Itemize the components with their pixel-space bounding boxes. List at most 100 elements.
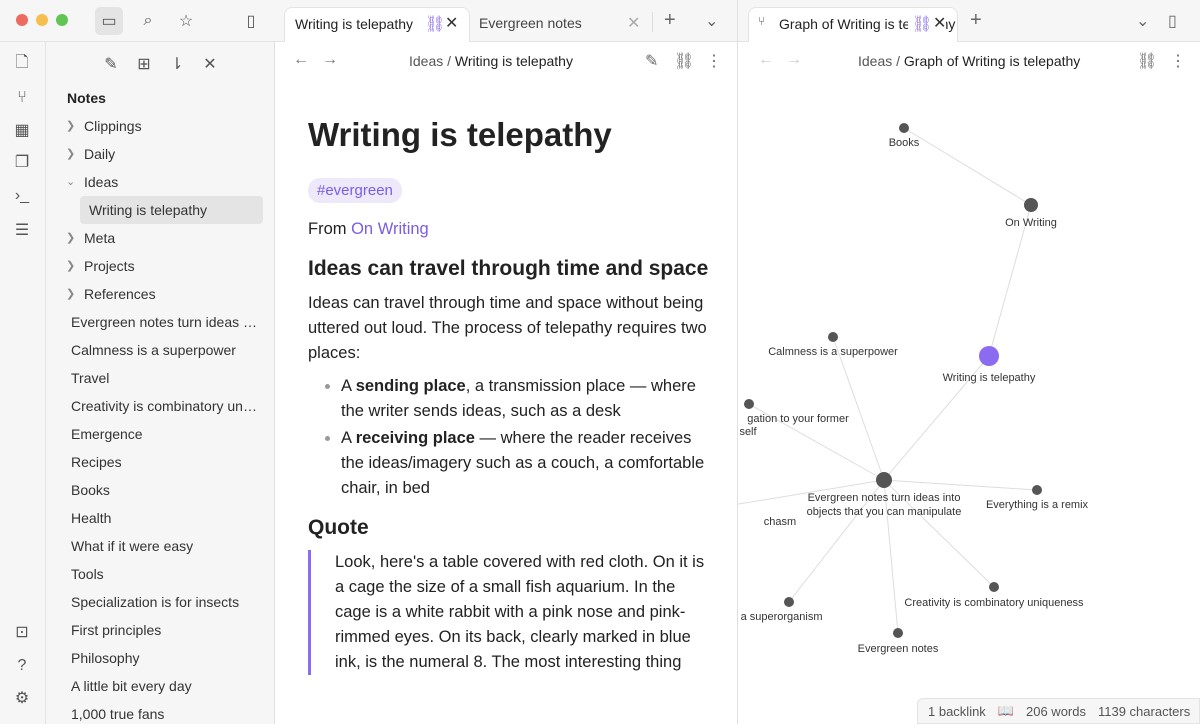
- graph-node[interactable]: [784, 597, 794, 607]
- more-options-icon[interactable]: ⋮: [706, 51, 722, 71]
- quote-block: Look, here's a table covered with red cl…: [308, 550, 713, 675]
- collapse-all-icon[interactable]: ✕: [196, 50, 224, 78]
- graph-node-label: mpany is a superorganism: [738, 611, 823, 623]
- back-icon[interactable]: ←: [293, 51, 309, 69]
- close-window-button[interactable]: [16, 14, 28, 26]
- new-tab-icon[interactable]: +: [970, 9, 982, 32]
- tab-evergreen-notes[interactable]: Evergreen notes: [469, 7, 649, 42]
- new-folder-icon[interactable]: ⊞: [130, 50, 158, 78]
- help-icon[interactable]: ?: [8, 652, 36, 680]
- file-item[interactable]: What if it were easy: [46, 532, 275, 560]
- chevron-right-icon: ❯: [66, 288, 76, 300]
- right-tab-bar: Graph of Writing is telepathy ⑂ ⛓ ✕ + ⌄ …: [738, 0, 1200, 42]
- more-options-icon[interactable]: ⋮: [1170, 51, 1186, 71]
- folder-references[interactable]: ❯ References: [46, 280, 275, 308]
- note-title: Writing is telepathy: [308, 116, 612, 153]
- file-explorer: ✎ ⊞ ⇂ ✕ Notes ❯ Clippings ❯ Daily ⌄ Ideas W…: [46, 42, 275, 724]
- status-bar: 1 backlink 📖 206 words 1139 characters: [917, 698, 1200, 724]
- reading-mode-icon[interactable]: 📖: [998, 703, 1014, 719]
- edit-icon[interactable]: ✎: [645, 51, 658, 71]
- breadcrumb-current: Writing is telepathy: [454, 53, 573, 69]
- terminal-icon[interactable]: ›_: [8, 182, 36, 210]
- file-item[interactable]: A little bit every day: [46, 672, 275, 700]
- file-item[interactable]: First principles: [46, 616, 275, 644]
- graph-node-label: gation to your former self: [739, 413, 849, 438]
- graph-view[interactable]: Books On Writing Writing is telepathy Calmn…: [738, 80, 1200, 724]
- character-count: 1139 characters: [1097, 703, 1191, 719]
- folder-clippings[interactable]: ❯ Clippings: [46, 112, 275, 140]
- graph-node-label: Writing is telepathy: [943, 372, 1036, 384]
- settings-icon[interactable]: ⚙: [8, 684, 36, 712]
- maximize-window-button[interactable]: [56, 14, 68, 26]
- file-item[interactable]: Evergreen notes turn ideas into objects …: [46, 308, 275, 336]
- file-item[interactable]: Calmness is a superpower: [46, 336, 275, 364]
- graph-edge: [832, 336, 885, 481]
- folder-icon[interactable]: ▭: [95, 7, 123, 35]
- folder-meta[interactable]: ❯ Meta: [46, 224, 275, 252]
- folder-daily[interactable]: ❯ Daily: [46, 140, 275, 168]
- right-sidebar-toggle-icon[interactable]: ▯: [1168, 11, 1177, 31]
- graph-edge: [883, 479, 1038, 491]
- graph-node-label: chasm: [764, 516, 796, 528]
- folder-ideas[interactable]: ⌄ Ideas: [46, 168, 275, 196]
- forward-icon[interactable]: →: [322, 51, 338, 69]
- back-icon[interactable]: ←: [758, 51, 774, 69]
- graph-node[interactable]: [876, 472, 892, 488]
- chevron-right-icon: ❯: [66, 148, 76, 160]
- sort-icon[interactable]: ⇂: [163, 50, 191, 78]
- link-icon[interactable]: ⛓: [674, 51, 694, 71]
- graph-node[interactable]: [989, 582, 999, 592]
- graph-node[interactable]: [1032, 485, 1042, 495]
- graph-node[interactable]: [828, 332, 838, 342]
- breadcrumb-parent[interactable]: Ideas: [409, 53, 443, 69]
- calendar-icon[interactable]: ▦: [8, 116, 36, 144]
- list-item: A sending place, a transmission place — …: [341, 374, 713, 424]
- graph-node[interactable]: [1024, 198, 1038, 212]
- close-tab-icon[interactable]: ✕: [627, 13, 640, 33]
- chevron-down-icon: ⌄: [66, 176, 76, 188]
- word-count: 206 words: [1026, 703, 1086, 719]
- breadcrumb-parent[interactable]: Ideas: [858, 53, 892, 69]
- on-writing-link[interactable]: On Writing: [351, 220, 429, 238]
- file-item[interactable]: Specialization is for insects: [46, 588, 275, 616]
- from-line: From On Writing: [308, 220, 429, 238]
- graph-node-label: Evergreen notes turn ideas into objects t…: [807, 492, 962, 518]
- new-tab-icon[interactable]: +: [664, 9, 676, 32]
- chevron-down-icon[interactable]: ⌄: [705, 11, 718, 31]
- file-item[interactable]: Philosophy: [46, 644, 275, 672]
- graph-icon[interactable]: ⑂: [8, 84, 36, 112]
- graph-node[interactable]: [899, 123, 909, 133]
- forward-icon[interactable]: →: [786, 51, 802, 69]
- minimize-window-button[interactable]: [36, 14, 48, 26]
- link-icon[interactable]: ⛓: [1137, 51, 1157, 71]
- close-tab-icon[interactable]: ✕: [933, 13, 947, 33]
- file-writing-is-telepathy[interactable]: Writing is telepathy: [80, 196, 263, 224]
- paragraph: Ideas can travel through time and space …: [308, 294, 707, 362]
- star-icon[interactable]: ☆: [172, 7, 200, 35]
- vault-icon[interactable]: ⊡: [8, 618, 36, 646]
- chevron-right-icon: ❯: [66, 260, 76, 272]
- file-item[interactable]: Emergence: [46, 420, 275, 448]
- backlinks-count[interactable]: 1 backlink: [928, 704, 986, 719]
- folder-projects[interactable]: ❯ Projects: [46, 252, 275, 280]
- graph-node[interactable]: [744, 399, 754, 409]
- new-canvas-icon[interactable]: ☰: [8, 216, 36, 244]
- file-item[interactable]: Health: [46, 504, 275, 532]
- open-quick-switcher-icon[interactable]: 🗋: [8, 50, 36, 78]
- chevron-right-icon: ❯: [66, 120, 76, 132]
- close-tab-icon[interactable]: ✕: [445, 13, 459, 33]
- chevron-down-icon[interactable]: ⌄: [1136, 11, 1149, 31]
- graph-node-label: Evergreen notes: [858, 643, 939, 655]
- graph-node[interactable]: [893, 628, 903, 638]
- tag-evergreen[interactable]: #evergreen: [308, 178, 402, 203]
- new-note-icon[interactable]: ✎: [97, 50, 125, 78]
- sidebar-toggle-icon[interactable]: ▯: [237, 7, 265, 35]
- file-item[interactable]: Books: [46, 476, 275, 504]
- file-item[interactable]: Travel: [46, 364, 275, 392]
- file-item[interactable]: Creativity is combinatory uniqueness: [46, 392, 275, 420]
- file-item[interactable]: Recipes: [46, 448, 275, 476]
- graph-node[interactable]: [979, 346, 999, 366]
- search-icon[interactable]: ⌕: [134, 7, 162, 35]
- copy-icon[interactable]: ❐: [8, 148, 36, 176]
- file-item[interactable]: Tools: [46, 560, 275, 588]
